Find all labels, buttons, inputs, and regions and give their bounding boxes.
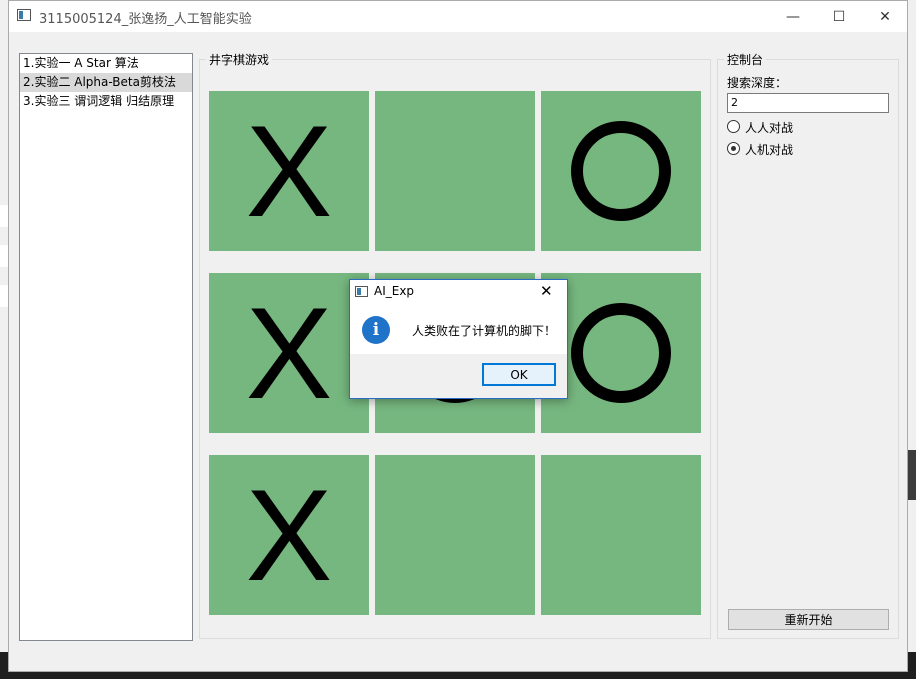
control-group-title: 控制台 — [724, 51, 767, 68]
app-icon — [17, 9, 31, 21]
dialog-message: 人类败在了计算机的脚下！ — [412, 324, 557, 338]
mode-radio-pve[interactable] — [727, 142, 740, 155]
maximize-button[interactable]: ☐ — [816, 1, 862, 32]
dialog-title: AI_Exp — [374, 284, 415, 298]
background-window-edge — [0, 0, 8, 679]
dialog-close-icon[interactable]: ✕ — [540, 282, 553, 300]
dialog-app-icon — [355, 286, 368, 297]
game-group-title: 井字棋游戏 — [206, 51, 273, 68]
x-mark: X — [245, 462, 333, 608]
mode-label-pve[interactable]: 人机对战 — [745, 141, 793, 158]
close-button[interactable]: ✕ — [862, 1, 908, 32]
x-mark: X — [245, 280, 333, 426]
info-icon: i — [362, 316, 390, 344]
ok-button[interactable]: OK — [482, 363, 556, 386]
restart-button[interactable]: 重新开始 — [728, 609, 889, 630]
dialog-title-bar: AI_Exp ✕ — [350, 280, 567, 304]
mode-label-pvp[interactable]: 人人对战 — [745, 119, 793, 136]
experiment-item-2[interactable]: 2.实验二 Alpha-Beta剪枝法 — [20, 73, 192, 92]
window-title: 3115005124_张逸扬_人工智能实验 — [39, 12, 252, 27]
depth-label: 搜索深度： — [727, 76, 788, 90]
board-cell-1[interactable]: X — [209, 91, 369, 251]
board-cell-7[interactable]: X — [209, 455, 369, 615]
depth-input[interactable]: 2 — [727, 93, 889, 113]
minimize-button[interactable]: — — [770, 1, 816, 32]
experiment-item-3[interactable]: 3.实验三 谓词逻辑 归结原理 — [20, 92, 192, 111]
o-mark — [571, 121, 671, 221]
experiment-item-1[interactable]: 1.实验一 A Star 算法 — [20, 54, 192, 73]
background-window-fragment — [908, 450, 916, 500]
board-cell-9[interactable] — [541, 455, 701, 615]
board-cell-4[interactable]: X — [209, 273, 369, 433]
board-cell-3[interactable] — [541, 91, 701, 251]
background-window-fragment — [0, 285, 8, 307]
dialog-body: i 人类败在了计算机的脚下！ — [350, 304, 567, 354]
background-window-fragment — [0, 245, 8, 267]
experiment-list[interactable]: 1.实验一 A Star 算法 2.实验二 Alpha-Beta剪枝法 3.实验… — [19, 53, 193, 641]
background-window-fragment — [0, 205, 8, 227]
message-dialog: AI_Exp ✕ i 人类败在了计算机的脚下！ OK — [349, 279, 568, 399]
o-mark — [571, 303, 671, 403]
mode-radio-pvp[interactable] — [727, 120, 740, 133]
background-window-edge — [908, 0, 916, 679]
board-cell-2[interactable] — [375, 91, 535, 251]
x-mark: X — [245, 98, 333, 244]
title-bar: 3115005124_张逸扬_人工智能实验 — ☐ ✕ — [9, 1, 907, 32]
board-cell-8[interactable] — [375, 455, 535, 615]
